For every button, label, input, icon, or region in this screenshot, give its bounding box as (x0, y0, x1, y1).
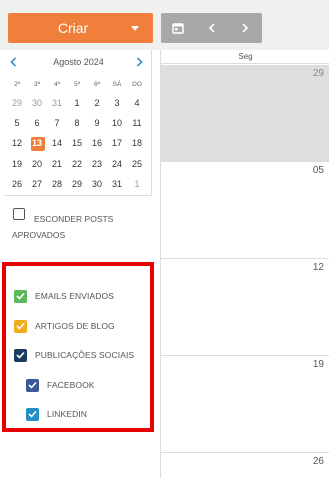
calendar-day[interactable]: 20 (27, 154, 47, 174)
calendar-day[interactable]: 6 (27, 113, 47, 133)
calendar-nav-group (161, 13, 262, 43)
day-number: 29 (312, 68, 324, 79)
weekday-label: 4ª (53, 81, 61, 88)
calendar-cell[interactable]: 05 (161, 162, 329, 259)
filter-label: ARTIGOS DE BLOG (35, 321, 115, 331)
check-icon[interactable] (14, 289, 27, 303)
hide-approved-label: ESCONDER POSTS APROVADOS (12, 214, 114, 240)
calendar-day[interactable]: 31 (47, 93, 67, 113)
calendar-day[interactable]: 11 (127, 113, 147, 133)
chevron-right-icon[interactable] (132, 54, 146, 70)
calendar-day[interactable]: 21 (47, 154, 67, 174)
day-number: 26 (312, 456, 324, 467)
calendar-cell[interactable]: 26 (161, 453, 329, 478)
check-icon[interactable] (14, 319, 27, 333)
weekday-label: 3ª (33, 81, 41, 88)
day-number: 05 (312, 165, 324, 176)
calendar-day[interactable]: 24 (107, 154, 127, 174)
mini-calendar-header: Agosto 2024 (5, 54, 152, 70)
calendar-day[interactable]: 9 (87, 113, 107, 133)
filter-label: EMAILS ENVIADOS (35, 291, 114, 301)
calendar-day[interactable]: 17 (107, 133, 127, 153)
calendar-day[interactable]: 3 (107, 93, 127, 113)
chevron-right-icon[interactable] (228, 13, 261, 43)
content-filters-panel: EMAILS ENVIADOS ARTIGOS DE BLOG PUBLICAÇ… (2, 262, 154, 432)
calendar-day[interactable]: 8 (67, 113, 87, 133)
weekday-column-header: Seg (161, 50, 329, 64)
today-label: 13 (31, 138, 42, 149)
weekday-header: 2ª 3ª 4ª 5ª 6ª SÁ DO (7, 80, 147, 89)
weekday-label: SÁ (112, 81, 122, 88)
calendar-day[interactable]: 10 (107, 113, 127, 133)
calendar-day[interactable]: 27 (27, 174, 47, 194)
calendar-icon[interactable] (161, 13, 194, 43)
weekday-label: 2ª (13, 81, 21, 88)
calendar-day[interactable]: 5 (7, 113, 27, 133)
chevron-left-icon[interactable] (195, 13, 228, 43)
calendar-day[interactable]: 30 (27, 93, 47, 113)
check-icon[interactable] (14, 348, 27, 362)
calendar-day[interactable]: 14 (47, 133, 67, 153)
calendar-cell[interactable]: 19 (161, 356, 329, 453)
calendar-day[interactable]: 18 (127, 133, 147, 153)
weekday-label: 5ª (73, 81, 81, 88)
calendar-day[interactable]: 4 (127, 93, 147, 113)
calendar-day[interactable]: 1 (127, 174, 147, 194)
calendar-cell[interactable]: 29 (161, 65, 329, 162)
filter-label: LINKEDIN (47, 409, 88, 419)
calendar-day[interactable]: 28 (47, 174, 67, 194)
calendar-day[interactable]: 25 (127, 154, 147, 174)
calendar-day[interactable]: 15 (67, 133, 87, 153)
mini-calendar: Agosto 2024 2ª 3ª 4ª 5ª 6ª SÁ DO 29 30 3… (5, 50, 152, 196)
create-button-label: Criar (57, 20, 89, 36)
calendar-day[interactable]: 19 (7, 154, 27, 174)
chevron-down-icon[interactable] (131, 26, 139, 31)
calendar-week-column: Seg 29 05 12 19 26 (160, 50, 329, 478)
toolbar: Criar (0, 0, 329, 50)
filter-blog-articles[interactable]: ARTIGOS DE BLOG (14, 319, 115, 333)
calendar-day[interactable]: 1 (67, 93, 87, 113)
mini-calendar-days: 29 30 31 1 2 3 4 5 6 7 8 9 10 11 12 13 1… (7, 93, 147, 194)
check-icon[interactable] (26, 407, 39, 421)
calendar-day-today[interactable]: 13 (27, 133, 47, 153)
create-button[interactable]: Criar (8, 13, 153, 43)
calendar-day[interactable]: 12 (7, 133, 27, 153)
day-number: 19 (312, 359, 324, 370)
calendar-cell[interactable]: 12 (161, 259, 329, 356)
filter-linkedin[interactable]: LINKEDIN (26, 407, 87, 421)
mini-calendar-title: Agosto 2024 (53, 57, 104, 67)
weekday-label: DO (132, 81, 142, 88)
calendar-day[interactable]: 30 (87, 174, 107, 194)
weekday-label: 6ª (93, 81, 101, 88)
calendar-day[interactable]: 31 (107, 174, 127, 194)
filter-social-posts[interactable]: PUBLICAÇÕES SOCIAIS (14, 348, 134, 362)
check-icon[interactable] (26, 378, 39, 392)
calendar-day[interactable]: 7 (47, 113, 67, 133)
filter-label: FACEBOOK (47, 380, 95, 390)
calendar-day[interactable]: 16 (87, 133, 107, 153)
calendar-day[interactable]: 23 (87, 154, 107, 174)
calendar-day[interactable]: 29 (67, 174, 87, 194)
filter-emails-sent[interactable]: EMAILS ENVIADOS (14, 289, 114, 303)
day-number: 12 (312, 262, 324, 273)
filter-facebook[interactable]: FACEBOOK (26, 378, 95, 392)
calendar-day[interactable]: 22 (67, 154, 87, 174)
calendar-day[interactable]: 2 (87, 93, 107, 113)
calendar-day[interactable]: 29 (7, 93, 27, 113)
calendar-day[interactable]: 26 (7, 174, 27, 194)
filter-label: PUBLICAÇÕES SOCIAIS (35, 350, 135, 360)
